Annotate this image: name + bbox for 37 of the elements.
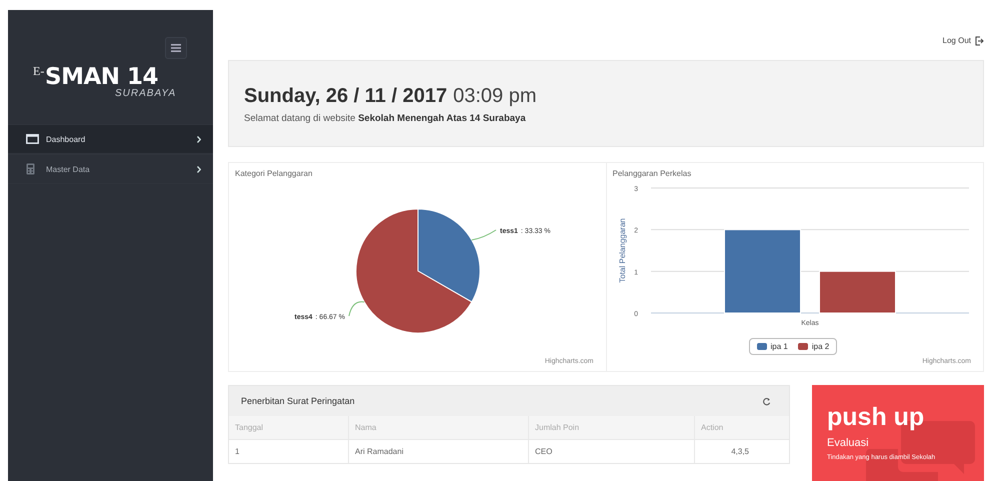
legend-swatch (756, 342, 766, 350)
chevron-icon (197, 166, 201, 172)
sidebar-item[interactable]: Master Data (8, 154, 213, 184)
chevron-icon (197, 136, 201, 142)
calculator-icon (26, 163, 35, 175)
logo-prefix: E- (33, 64, 44, 79)
logo-text: SMAN 14 (45, 64, 158, 90)
menu-button[interactable] (165, 37, 187, 59)
table-cell: 1 (229, 440, 348, 463)
column-header: Nama (348, 416, 528, 440)
date-text: Sunday, 26 / 11 / 2017 (244, 84, 448, 107)
promo-title: push up (827, 403, 926, 432)
promo-subtitle: Evaluasi (827, 437, 870, 449)
table-cell: Ari Ramadani (348, 440, 528, 463)
monitor-icon (26, 134, 39, 144)
logout-link[interactable]: Log Out (942, 36, 984, 46)
axis-title: Total Pelanggaran (618, 218, 626, 282)
sidebar-item[interactable]: Dashboard (8, 124, 213, 154)
chart-title: Kategori Pelanggaran (234, 168, 314, 178)
logout-icon (975, 36, 984, 46)
refresh-icon[interactable] (762, 396, 771, 406)
welcome-text: Selamat datang di website Sekolah Menengah Atas 14 Surabaya (244, 112, 527, 124)
leader-line (471, 229, 496, 240)
legend-label[interactable]: ipa 1 (770, 342, 788, 351)
column-header: Tanggal (229, 416, 348, 440)
legend-swatch (798, 342, 808, 350)
table-cell: CEO (528, 440, 694, 463)
table-title: Penerbitan Surat Peringatan (241, 396, 355, 406)
leader-line (348, 300, 365, 316)
chart-title: Pelanggaran Perkelas (612, 168, 692, 178)
table-cell: 4,3,5 (694, 440, 789, 463)
legend-label[interactable]: ipa 2 (812, 342, 830, 351)
logo-subtitle: SURABAYA (115, 88, 176, 99)
column-header: Jumlah Poin (528, 416, 694, 440)
column-header: Action (694, 416, 789, 440)
time-text: 03:09 pm (453, 84, 536, 107)
menu-icon (171, 44, 181, 52)
